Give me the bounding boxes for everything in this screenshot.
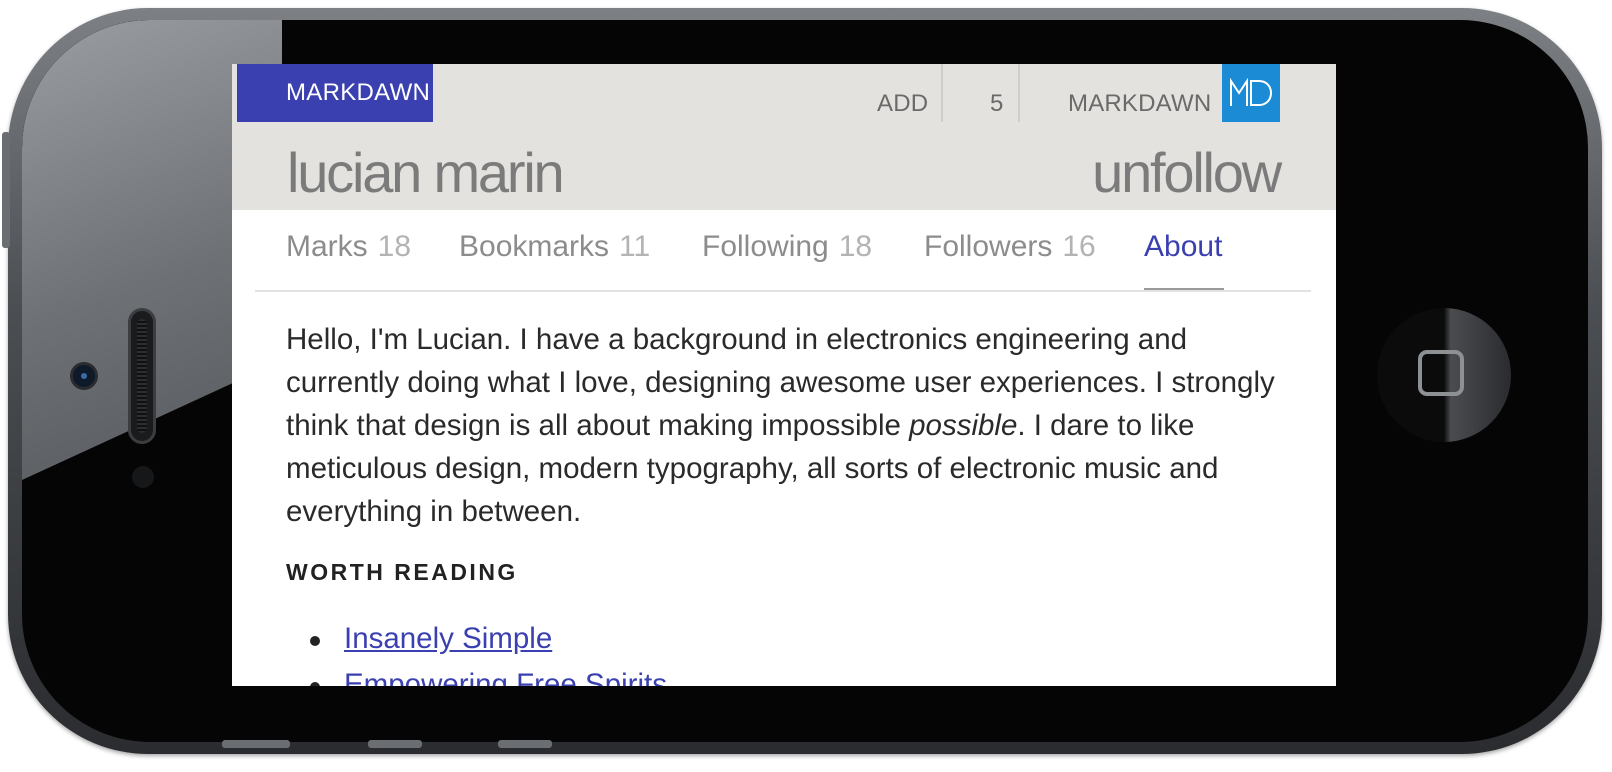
list-item: Empowering Free Spirits: [286, 662, 1296, 686]
tab-marks[interactable]: Marks 18: [286, 230, 411, 264]
md-logo-icon[interactable]: [1222, 64, 1280, 122]
reading-link[interactable]: Insanely Simple: [344, 622, 552, 655]
tab-label: About: [1144, 230, 1223, 263]
tab-count: 11: [619, 230, 651, 263]
active-tab-indicator: [1144, 288, 1224, 290]
side-button: [368, 740, 422, 748]
about-content: Hello, I'm Lucian. I have a background i…: [286, 318, 1296, 686]
tab-label: Marks: [286, 230, 368, 263]
tab-label: Following: [702, 230, 829, 263]
earpiece-speaker: [128, 308, 156, 444]
nav-divider: [1018, 64, 1020, 122]
reading-list: Insanely Simple Empowering Free Spirits: [286, 616, 1296, 686]
tab-bookmarks[interactable]: Bookmarks 11: [459, 230, 650, 264]
unfollow-button[interactable]: unfollow: [1092, 142, 1282, 204]
tab-about[interactable]: About: [1144, 230, 1222, 264]
tab-count: 18: [838, 230, 873, 263]
volume-button: [2, 132, 10, 248]
app-screen: MARKDAWN ADD 5 MARKDAWN lucian marin unf…: [232, 64, 1336, 686]
reading-link[interactable]: Empowering Free Spirits: [344, 668, 667, 686]
profile-tabs: Marks 18 Bookmarks 11 Following 18 Follower…: [255, 210, 1311, 292]
tab-count: 18: [377, 230, 412, 263]
side-button: [498, 740, 552, 748]
notification-count-link[interactable]: 5: [990, 64, 1004, 122]
tab-following[interactable]: Following 18: [702, 230, 872, 264]
bio-text: Hello, I'm Lucian. I have a background i…: [286, 318, 1296, 533]
site-header: MARKDAWN ADD 5 MARKDAWN lucian marin unf…: [232, 64, 1336, 210]
tab-followers[interactable]: Followers 16: [924, 230, 1096, 264]
nav-divider: [941, 64, 943, 122]
tab-count: 16: [1062, 230, 1096, 263]
tab-label: Bookmarks: [459, 230, 610, 263]
side-button: [222, 740, 290, 748]
section-heading: WORTH READING: [286, 559, 518, 585]
user-menu-link[interactable]: MARKDAWN: [1068, 64, 1211, 122]
list-item: Insanely Simple: [286, 616, 1296, 662]
tab-label: Followers: [924, 230, 1053, 263]
profile-name: lucian marin: [287, 141, 565, 204]
md-logo-glyph: [1230, 78, 1273, 106]
front-camera-icon: [70, 362, 98, 390]
home-square-icon: [1418, 350, 1464, 396]
add-link[interactable]: ADD: [877, 64, 928, 122]
bio-emphasis: possible: [909, 409, 1018, 442]
proximity-sensor: [132, 466, 154, 488]
brand-home-link[interactable]: MARKDAWN: [237, 64, 433, 122]
